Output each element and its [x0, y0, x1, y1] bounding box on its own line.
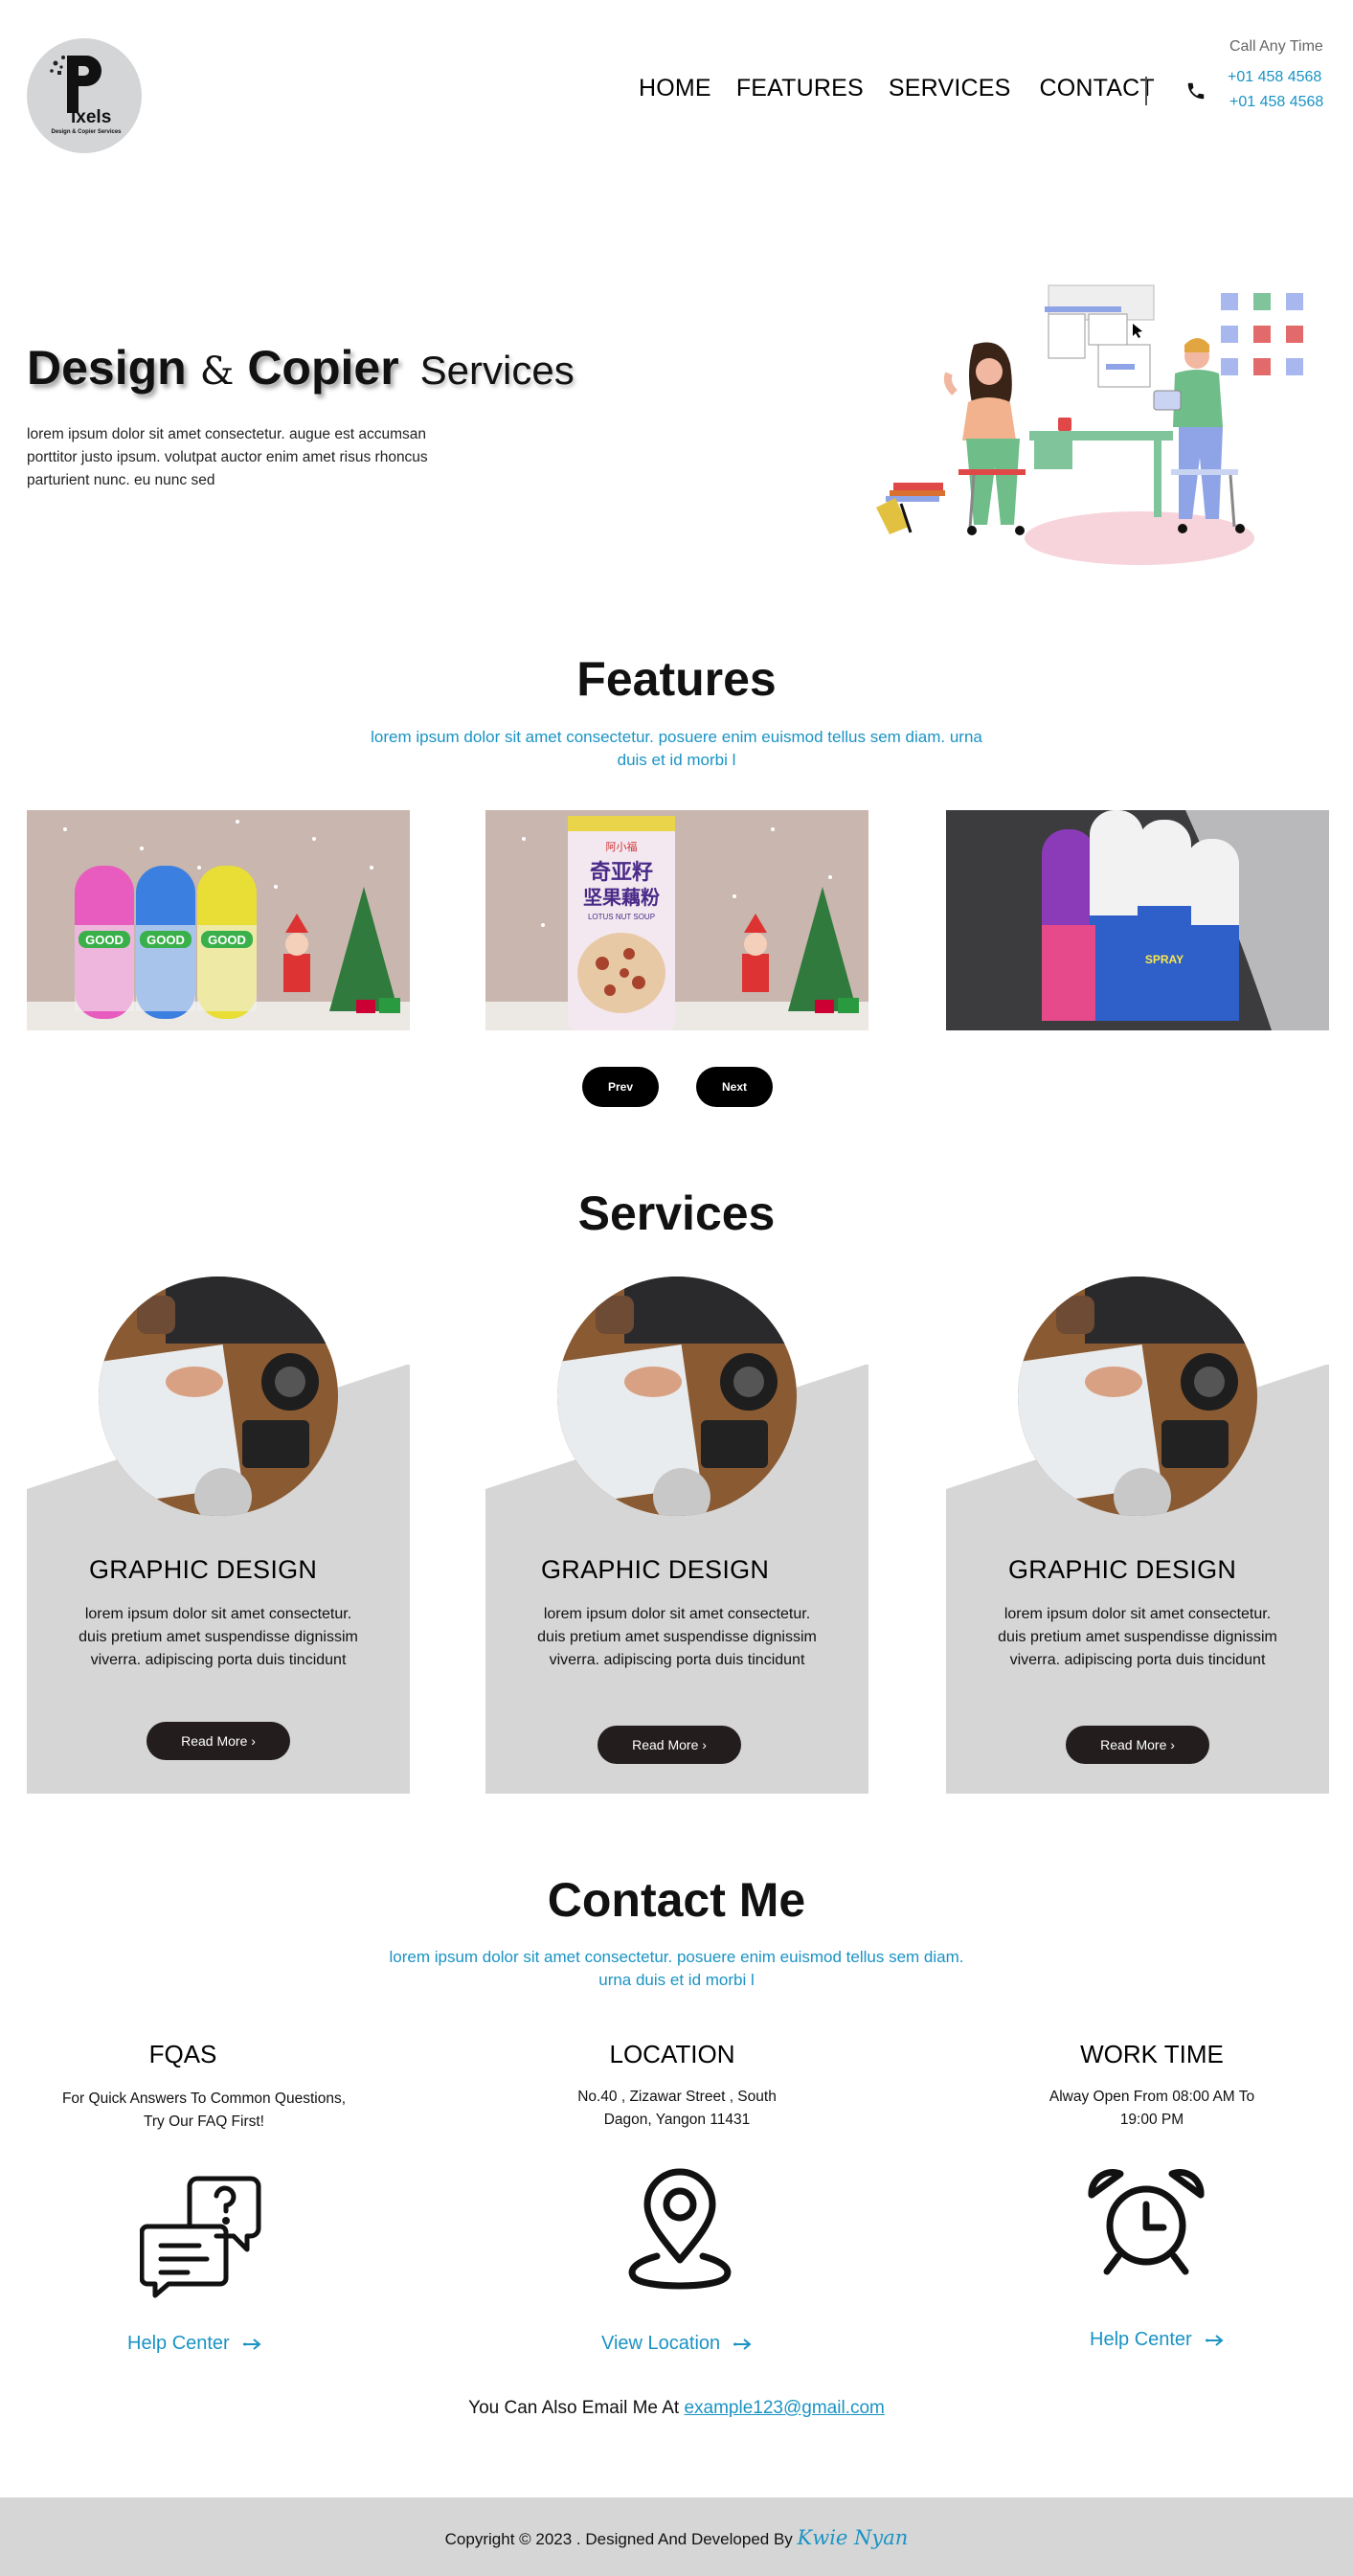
- next-button[interactable]: Next: [696, 1067, 773, 1107]
- location-pin-icon: [622, 2166, 737, 2291]
- phone-number-2[interactable]: +01 458 4568: [1229, 94, 1323, 111]
- footer-copyright-text: Copyright © 2023 . Designed And Develope…: [444, 2530, 793, 2548]
- main-nav: HOME FEATURES SERVICES CONTACT: [639, 75, 1180, 102]
- view-location-label: View Location: [601, 2333, 721, 2354]
- alarm-clock-icon: [1084, 2166, 1208, 2281]
- service-desc-2: lorem ipsum dolor sit amet consectetur. …: [537, 1606, 817, 1668]
- nav-contact[interactable]: CONTACT: [1040, 75, 1155, 102]
- service-desc-3: lorem ipsum dolor sit amet consectetur. …: [998, 1606, 1277, 1668]
- can-english: LOTUS NUT SOUP: [588, 913, 655, 921]
- logo-icon: [50, 56, 101, 113]
- worktime-heading: WORK TIME: [1080, 2040, 1224, 2068]
- glue-bottles-image: GOOD GOOD GOOD: [27, 810, 410, 1030]
- prev-button[interactable]: Prev: [582, 1067, 659, 1107]
- can-subtitle: 坚果藕粉: [583, 886, 660, 909]
- service-title-3: GRAPHIC DESIGN: [1008, 1555, 1237, 1584]
- logo-tagline: Design & Copier Services: [51, 129, 122, 135]
- service-photo-1: [99, 1277, 338, 1516]
- faq-help-center-link[interactable]: Help Center: [127, 2333, 262, 2355]
- phone-icon: [1185, 80, 1206, 102]
- arrow-right-icon: [242, 2338, 261, 2350]
- phone-number-1[interactable]: +01 458 4568: [1228, 69, 1321, 86]
- email-link[interactable]: example123@gmail.com: [684, 2398, 884, 2418]
- arrow-right-icon: [1205, 2334, 1224, 2346]
- features-subtitle: lorem ipsum dolor sit amet consectetur. …: [371, 728, 982, 769]
- contact-subtitle: lorem ipsum dolor sit amet consectetur. …: [389, 1948, 964, 1989]
- nav-features[interactable]: FEATURES: [736, 75, 864, 102]
- features-title: Features: [576, 652, 777, 706]
- hero-title-design: Design: [27, 341, 187, 395]
- bottle-label-1: GOOD: [85, 933, 124, 947]
- bottle-spray-text: SPRAY: [1145, 953, 1184, 966]
- bottle-label-2: GOOD: [147, 933, 185, 947]
- faq-help-center-label: Help Center: [127, 2333, 230, 2354]
- read-more-button-3[interactable]: Read More ›: [1066, 1726, 1209, 1764]
- service-desc-1: lorem ipsum dolor sit amet consectetur. …: [79, 1606, 358, 1668]
- footer-author[interactable]: Kwie Nyan: [798, 2526, 909, 2549]
- bottle-label-3: GOOD: [208, 933, 246, 947]
- hero-title-amp: &: [199, 350, 235, 394]
- footer-copyright: Copyright © 2023 . Designed And Develope…: [0, 2526, 1353, 2549]
- read-more-button-1[interactable]: Read More ›: [147, 1722, 290, 1760]
- lotus-soup-can-image: 阿小福 奇亚籽 坚果藕粉 LOTUS NUT SOUP: [485, 810, 868, 1030]
- hero-illustration: [867, 278, 1317, 575]
- feature-slide-3[interactable]: SPRAY: [946, 810, 1329, 1030]
- service-photo-2: [557, 1277, 797, 1516]
- view-location-link[interactable]: View Location: [601, 2333, 753, 2355]
- worktime-text: Alway Open From 08:00 AM To 19:00 PM: [1049, 2089, 1255, 2128]
- spray-bottles-image: SPRAY: [946, 810, 1329, 1030]
- location-heading: LOCATION: [609, 2040, 735, 2068]
- worktime-help-center-link[interactable]: Help Center: [1090, 2329, 1225, 2351]
- service-photo-3: [1018, 1277, 1257, 1516]
- worktime-help-center-label: Help Center: [1090, 2329, 1192, 2350]
- logo[interactable]: ixels Design & Copier Services: [27, 38, 142, 153]
- nav-divider: [1145, 77, 1147, 105]
- hero-description: lorem ipsum dolor sit amet consectetur. …: [27, 426, 428, 488]
- service-title-2: GRAPHIC DESIGN: [541, 1555, 770, 1584]
- service-title-1: GRAPHIC DESIGN: [89, 1555, 318, 1584]
- logo-text: ixels: [71, 107, 112, 127]
- nav-services[interactable]: SERVICES: [889, 75, 1011, 102]
- location-text: No.40 , Zizawar Street , South Dagon, Ya…: [577, 2089, 777, 2128]
- feature-slide-1[interactable]: GOOD GOOD GOOD: [27, 810, 410, 1030]
- email-prefix: You Can Also Email Me At: [468, 2398, 680, 2418]
- hero-title-services: Services: [419, 348, 575, 393]
- can-title: 奇亚籽: [590, 860, 653, 885]
- faq-text: For Quick Answers To Common Questions, T…: [61, 2090, 347, 2130]
- faq-chat-icon: [139, 2169, 269, 2298]
- svg-text:阿小福: 阿小福: [606, 840, 638, 853]
- feature-slide-2[interactable]: 阿小福 奇亚籽 坚果藕粉 LOTUS NUT SOUP: [485, 810, 868, 1030]
- services-title: Services: [577, 1186, 776, 1240]
- call-label: Call Any Time: [1229, 38, 1323, 55]
- arrow-right-icon: [733, 2338, 752, 2350]
- nav-home[interactable]: HOME: [639, 75, 711, 102]
- hero-title: Design & Copier Services: [27, 340, 575, 395]
- faq-heading: FQAS: [148, 2040, 217, 2068]
- email-line: You Can Also Email Me At example123@gmai…: [0, 2398, 1353, 2419]
- read-more-button-2[interactable]: Read More ›: [598, 1726, 741, 1764]
- hero-title-copier: Copier: [247, 341, 399, 395]
- contact-title: Contact Me: [547, 1873, 806, 1927]
